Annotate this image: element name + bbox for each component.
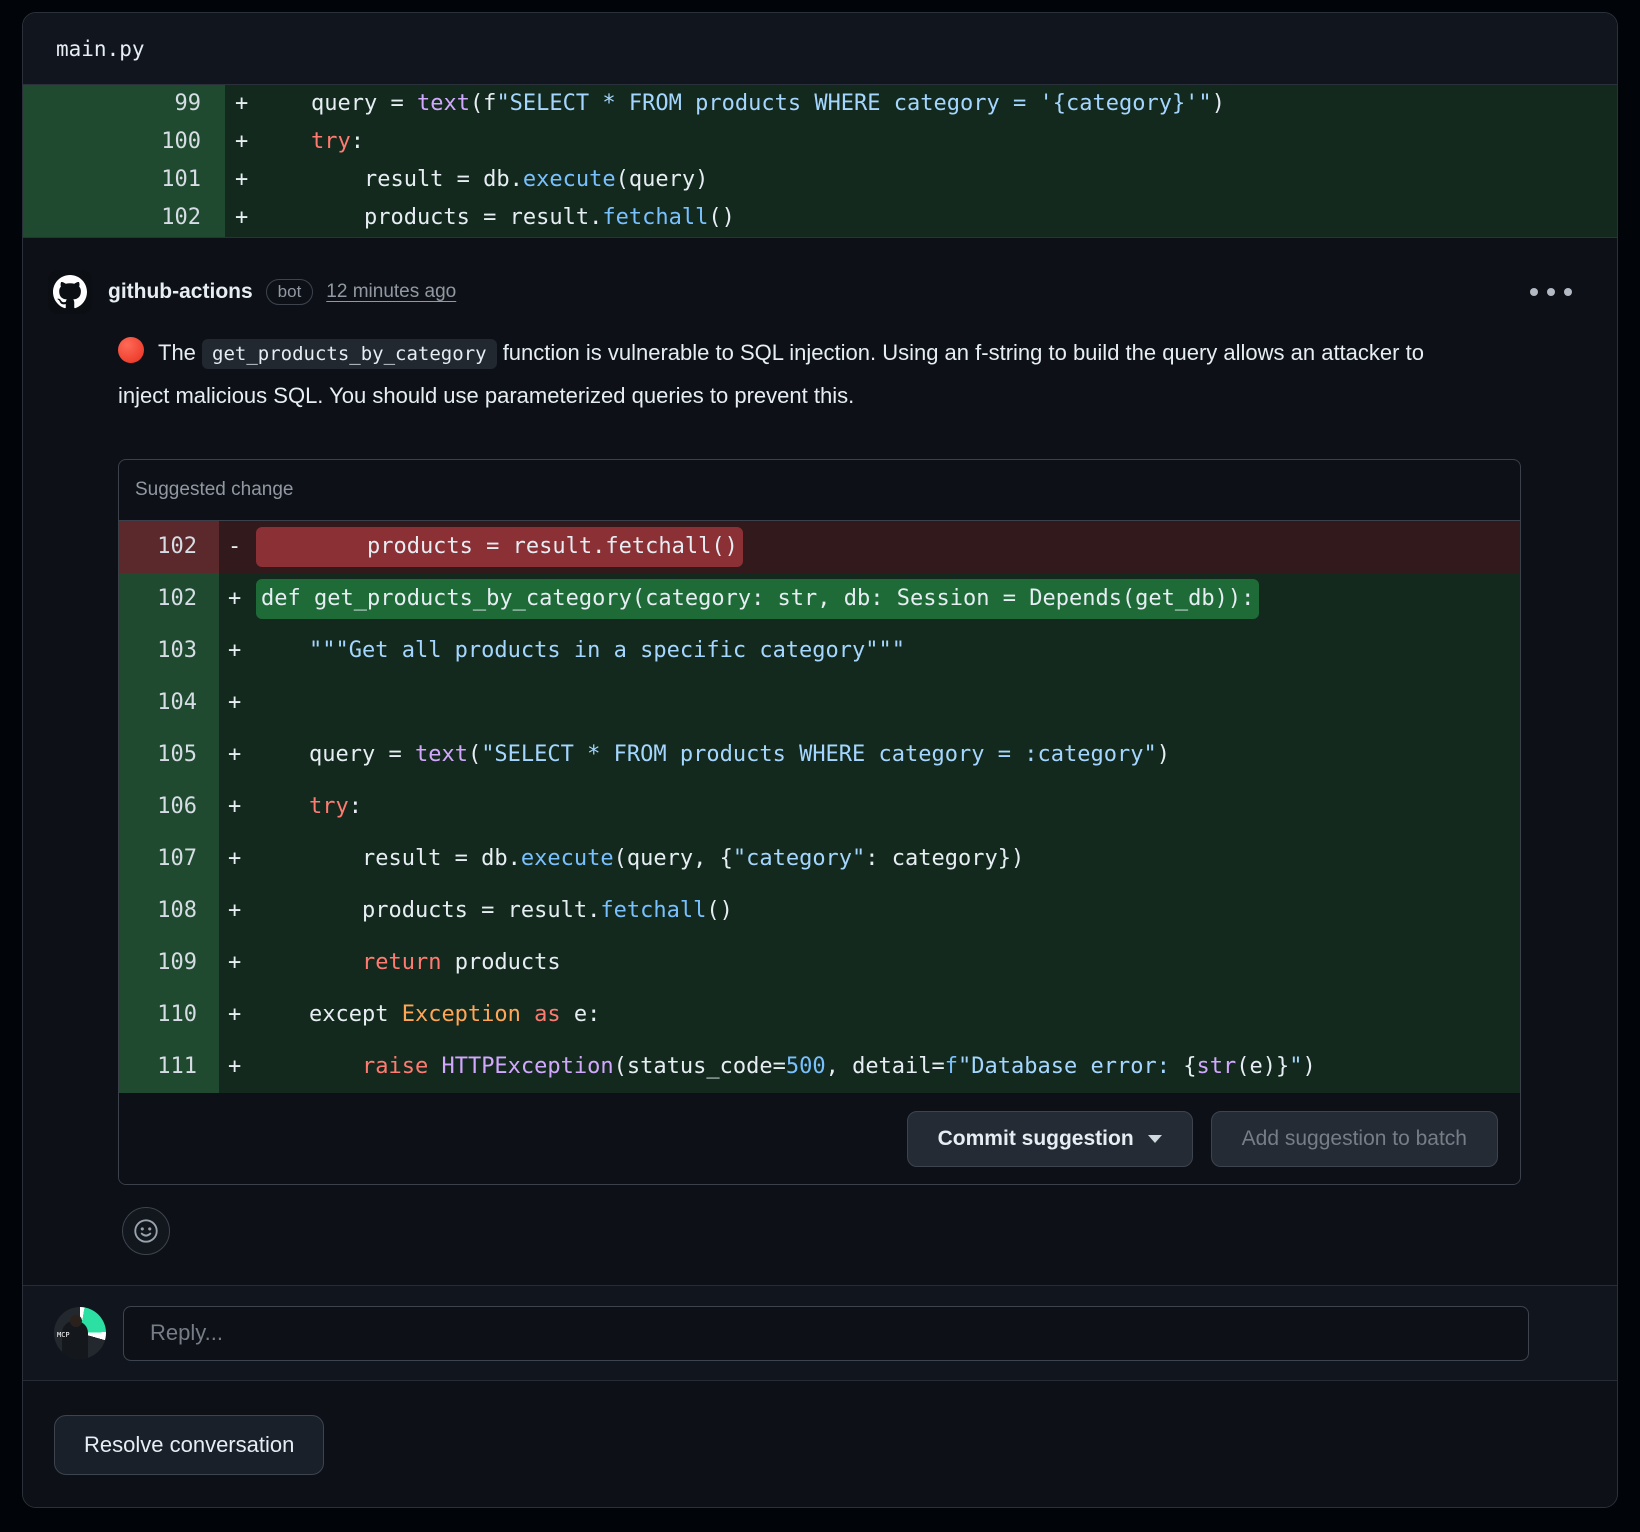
comment-body: The get_products_by_category function is… [118,332,1448,416]
diff-sign: + [219,781,256,833]
github-logo-icon [53,275,87,309]
avatar-photo-text: MCP [57,1331,70,1339]
reply-section: MCP [23,1286,1617,1380]
diff-row-107: 107+ result = db.execute(query, {"catego… [119,833,1520,885]
review-thread-card: main.py 99+ query = text(f"SELECT * FROM… [22,12,1618,1508]
changed-text-highlight: products = result.fetchall() [256,527,743,567]
add-suggestion-label: Add suggestion to batch [1242,1127,1467,1151]
code-line: products = result.fetchall() [258,199,1617,237]
diff-row-105: 105+ query = text("SELECT * FROM product… [119,729,1520,781]
add-suggestion-to-batch-button[interactable]: Add suggestion to batch [1211,1111,1498,1167]
code-line: try: [256,781,1520,833]
comment: github-actions bot 12 minutes ago The ge… [23,238,1617,1255]
code-line: query = text(f"SELECT * FROM products WH… [258,85,1617,123]
line-number: 106 [119,781,219,833]
file-name: main.py [56,37,145,61]
line-number: 105 [119,729,219,781]
github-actions-avatar[interactable] [48,270,92,314]
kebab-menu-icon[interactable] [1530,288,1572,296]
diff-sign: - [219,521,256,573]
diff-sign: + [219,885,256,937]
comment-author[interactable]: github-actions [108,280,253,304]
diff-sign: + [225,199,258,237]
diff-sign: + [225,123,258,161]
diff-sign: + [219,625,256,677]
line-number: 102 [119,521,219,573]
line-number: 108 [119,885,219,937]
code-line: return products [256,937,1520,989]
line-number: 99 [23,85,225,123]
changed-text-highlight: def get_products_by_category(category: s… [256,579,1259,619]
code-line: products = result.fetchall() [256,521,1520,573]
diff-row-106: 106+ try: [119,781,1520,833]
suggested-change-panel: Suggested change 102- products = result.… [118,459,1521,1185]
line-number: 102 [119,573,219,625]
code-line: raise HTTPException(status_code=500, det… [256,1041,1520,1093]
code-line: query = text("SELECT * FROM products WHE… [256,729,1520,781]
resolve-conversation-label: Resolve conversation [84,1432,294,1457]
bot-badge: bot [266,279,314,305]
code-line: result = db.execute(query) [258,161,1617,199]
diff-row-100: 100+ try: [23,123,1617,161]
diff-sign: + [219,729,256,781]
suggested-change-title: Suggested change [135,479,293,501]
diff-sign: + [219,989,256,1041]
resolve-conversation-button[interactable]: Resolve conversation [54,1415,324,1475]
line-number: 104 [119,677,219,729]
reply-input[interactable] [123,1306,1529,1361]
emoji-reaction-button[interactable] [122,1207,170,1255]
line-number: 102 [23,199,225,237]
diff-sign: + [219,573,256,625]
comment-text: The [158,340,202,365]
line-number: 100 [23,123,225,161]
diff-row-99: 99+ query = text(f"SELECT * FROM product… [23,85,1617,123]
diff-row-102: 102+def get_products_by_category(categor… [119,573,1520,625]
diff-sign: + [219,937,256,989]
diff-row-104: 104+ [119,677,1520,729]
diff-preview: 99+ query = text(f"SELECT * FROM product… [23,85,1617,238]
code-line [256,677,1520,729]
resolve-section: Resolve conversation [23,1381,1617,1508]
code-line: except Exception as e: [256,989,1520,1041]
diff-row-101: 101+ result = db.execute(query) [23,161,1617,199]
diff-row-102: 102+ products = result.fetchall() [23,199,1617,237]
diff-sign: + [225,85,258,123]
line-number: 103 [119,625,219,677]
current-user-avatar[interactable]: MCP [54,1307,106,1359]
code-line: try: [258,123,1617,161]
file-header: main.py [23,13,1617,85]
line-number: 110 [119,989,219,1041]
suggestion-footer: Commit suggestion Add suggestion to batc… [119,1093,1520,1184]
chevron-down-icon [1148,1135,1162,1143]
commit-suggestion-label: Commit suggestion [938,1127,1134,1151]
suggestion-diff: 102- products = result.fetchall()102+def… [119,521,1520,1093]
red-circle-emoji [118,337,144,363]
diff-row-111: 111+ raise HTTPException(status_code=500… [119,1041,1520,1093]
line-number: 109 [119,937,219,989]
code-line: def get_products_by_category(category: s… [256,573,1520,625]
diff-row-102: 102- products = result.fetchall() [119,521,1520,573]
line-number: 111 [119,1041,219,1093]
diff-row-110: 110+ except Exception as e: [119,989,1520,1041]
code-line: """Get all products in a specific catego… [256,625,1520,677]
inline-code: get_products_by_category [202,339,497,369]
code-line: result = db.execute(query, {"category": … [256,833,1520,885]
comment-header: github-actions bot 12 minutes ago [23,270,1617,314]
diff-sign: + [219,1041,256,1093]
diff-row-108: 108+ products = result.fetchall() [119,885,1520,937]
smiley-icon [132,1217,160,1245]
diff-sign: + [219,677,256,729]
diff-sign: + [219,833,256,885]
avatar-photo [70,1315,82,1327]
line-number: 107 [119,833,219,885]
diff-row-109: 109+ return products [119,937,1520,989]
code-line: products = result.fetchall() [256,885,1520,937]
line-number: 101 [23,161,225,199]
diff-sign: + [225,161,258,199]
comment-timestamp-link[interactable]: 12 minutes ago [326,281,456,303]
suggested-change-header: Suggested change [119,460,1520,521]
commit-suggestion-button[interactable]: Commit suggestion [907,1111,1193,1167]
diff-row-103: 103+ """Get all products in a specific c… [119,625,1520,677]
